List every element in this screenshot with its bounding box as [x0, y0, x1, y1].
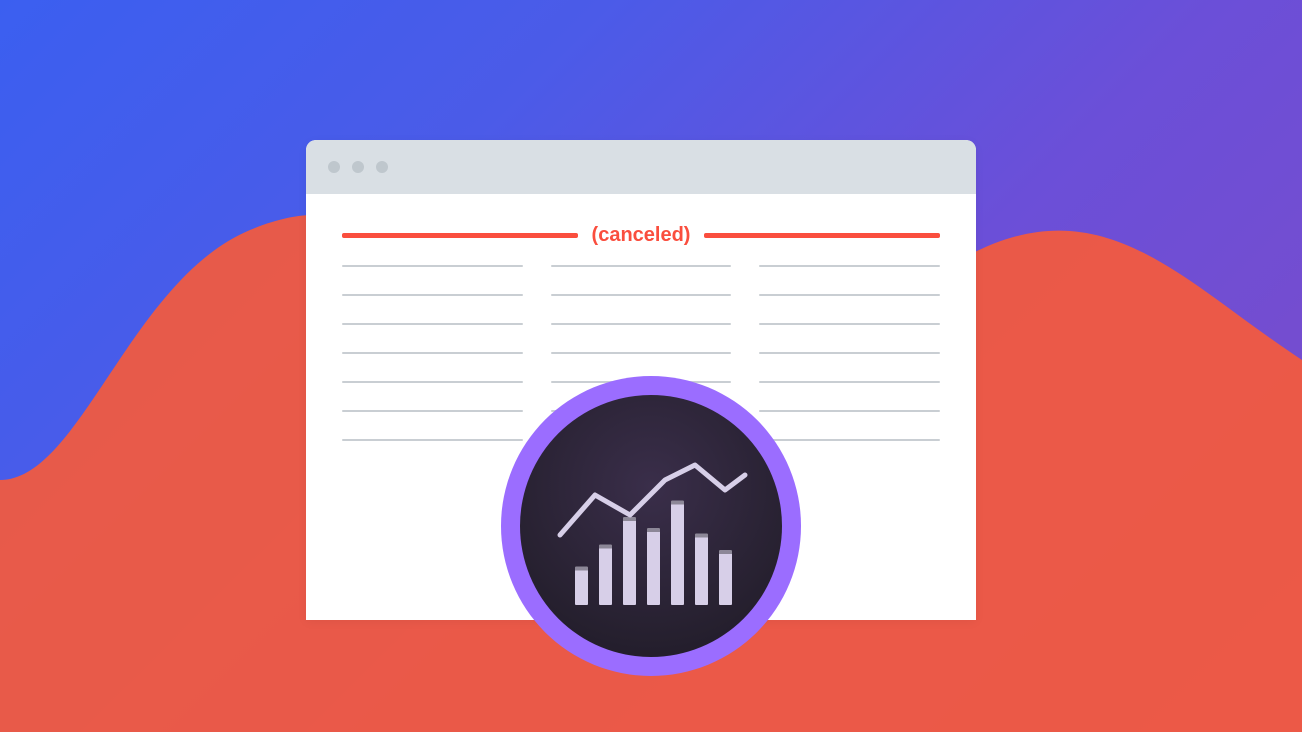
placeholder-line: [759, 439, 940, 441]
placeholder-line: [551, 323, 732, 325]
placeholder-line: [342, 323, 523, 325]
analytics-badge: [501, 376, 801, 676]
placeholder-line: [342, 410, 523, 412]
placeholder-line: [759, 265, 940, 267]
placeholder-line: [551, 294, 732, 296]
canceled-label: (canceled): [592, 224, 691, 247]
header-line-right: [704, 233, 940, 238]
placeholder-line: [551, 352, 732, 354]
placeholder-line: [759, 294, 940, 296]
traffic-light-minimize[interactable]: [352, 161, 364, 173]
placeholder-line: [342, 439, 523, 441]
canceled-header-row: (canceled): [342, 224, 940, 247]
placeholder-line: [759, 381, 940, 383]
placeholder-line: [342, 381, 523, 383]
placeholder-line: [759, 323, 940, 325]
placeholder-line: [759, 352, 940, 354]
analytics-badge-inner: [520, 395, 782, 657]
traffic-light-zoom[interactable]: [376, 161, 388, 173]
placeholder-line: [759, 410, 940, 412]
placeholder-line: [342, 265, 523, 267]
placeholder-line: [342, 352, 523, 354]
placeholder-line: [551, 265, 732, 267]
traffic-light-close[interactable]: [328, 161, 340, 173]
column-1: [342, 265, 523, 441]
column-3: [759, 265, 940, 441]
analytics-chart-icon: [520, 395, 782, 657]
header-line-left: [342, 233, 578, 238]
window-titlebar: [306, 140, 976, 194]
placeholder-line: [342, 294, 523, 296]
